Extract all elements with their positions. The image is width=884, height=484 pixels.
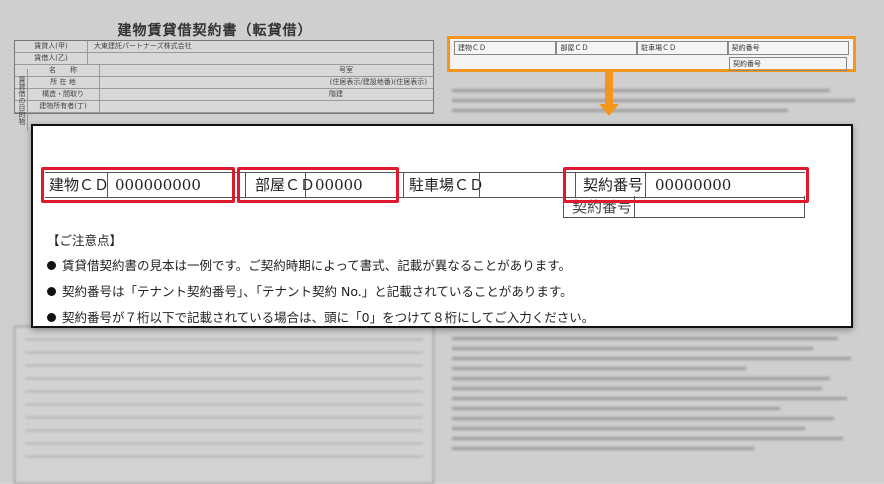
blurred-clauses-left bbox=[14, 326, 434, 484]
contract-no-label: 契約番号 bbox=[727, 41, 849, 55]
arrow-down-icon bbox=[605, 72, 613, 106]
building-cd-label: 建物ＣＤ bbox=[454, 41, 557, 55]
bullet-icon bbox=[47, 287, 56, 296]
bullet-icon bbox=[47, 261, 56, 270]
blurred-clauses-top bbox=[452, 82, 872, 122]
small-form-row: 建物ＣＤ 部屋ＣＤ 駐車場ＣＤ 契約番号 bbox=[454, 41, 849, 55]
table-row: 賃借人(乙) bbox=[15, 53, 433, 65]
building-cd-highlight bbox=[41, 167, 235, 203]
arrow-head-icon bbox=[599, 104, 619, 116]
blurred-clauses-right bbox=[452, 330, 872, 480]
zoomed-callout: 建物ＣＤ 000000000 部屋ＣＤ 00000 駐車場ＣＤ 契約番号 000… bbox=[31, 124, 853, 328]
room-cd-highlight bbox=[237, 167, 399, 203]
row-header: 賃貸人(甲) bbox=[15, 41, 88, 52]
row-value bbox=[100, 101, 433, 112]
row-header: 建物所有者(丁) bbox=[27, 101, 100, 112]
contract-no-highlight bbox=[563, 167, 809, 203]
row-value bbox=[88, 53, 433, 64]
table-row: 建物所有者(丁) bbox=[15, 101, 433, 113]
row-header: 名 称 bbox=[27, 65, 100, 76]
notes-section: 【ご注意点】 賃貸借契約書の見本は一例です。ご契約時期によって書式、記載が異なる… bbox=[47, 230, 837, 333]
table-row: 所 在 地 (住居表示/建設地番)(住居表示) bbox=[15, 77, 433, 89]
note-text: 賃貸借契約書の見本は一例です。ご契約時期によって書式、記載が異なることがあります… bbox=[62, 258, 572, 273]
list-item: 賃貸借契約書の見本は一例です。ご契約時期によって書式、記載が異なることがあります… bbox=[47, 255, 837, 274]
list-item: 契約番号は「テナント契約番号」、「テナント契約 No.」と記載されていることがあ… bbox=[47, 281, 837, 300]
row-header: 構造・間取り bbox=[27, 89, 100, 100]
contract-parties-table: 賃貸人(甲) 大東建託パートナーズ株式会社 賃借人(乙) 名 称 号室 所 在 … bbox=[14, 40, 434, 131]
row-header: 賃借人(乙) bbox=[15, 53, 88, 64]
notes-title: 【ご注意点】 bbox=[47, 233, 123, 248]
highlighted-id-fields: 建物ＣＤ 部屋ＣＤ 駐車場ＣＤ 契約番号 契約番号 bbox=[447, 36, 856, 72]
room-cd-label: 部屋ＣＤ bbox=[556, 41, 638, 55]
property-section-label: 賃貸借の目的物 bbox=[15, 69, 28, 131]
row-value: 号室 bbox=[339, 66, 353, 74]
table-row: 賃貸人(甲) 大東建託パートナーズ株式会社 bbox=[15, 41, 433, 53]
document-title: 建物賃貸借契約書（転貸借） bbox=[117, 23, 313, 39]
parking-cd-label: 駐車場ＣＤ bbox=[409, 176, 485, 194]
row-value: 大東建託パートナーズ株式会社 bbox=[94, 42, 192, 50]
note-text: 契約番号が７桁以下で記載されている場合は、頭に「0」をつけて８桁にしてご入力くだ… bbox=[62, 310, 595, 325]
table-row: 名 称 号室 bbox=[15, 65, 433, 77]
parking-cd-label: 駐車場ＣＤ bbox=[637, 41, 728, 55]
note-text: 契約番号は「テナント契約番号」、「テナント契約 No.」と記載されていることがあ… bbox=[62, 284, 573, 299]
bullet-icon bbox=[47, 313, 56, 322]
row-header: 所 在 地 bbox=[27, 77, 100, 88]
small-form-row: 契約番号 bbox=[729, 57, 849, 71]
contract-no-label: 契約番号 bbox=[729, 57, 847, 71]
row-value: 階建 bbox=[329, 90, 343, 98]
row-value: (住居表示/建設地番)(住居表示) bbox=[329, 78, 427, 86]
table-row: 構造・間取り 階建 bbox=[15, 89, 433, 101]
list-item: 契約番号が７桁以下で記載されている場合は、頭に「0」をつけて８桁にしてご入力くだ… bbox=[47, 307, 837, 326]
